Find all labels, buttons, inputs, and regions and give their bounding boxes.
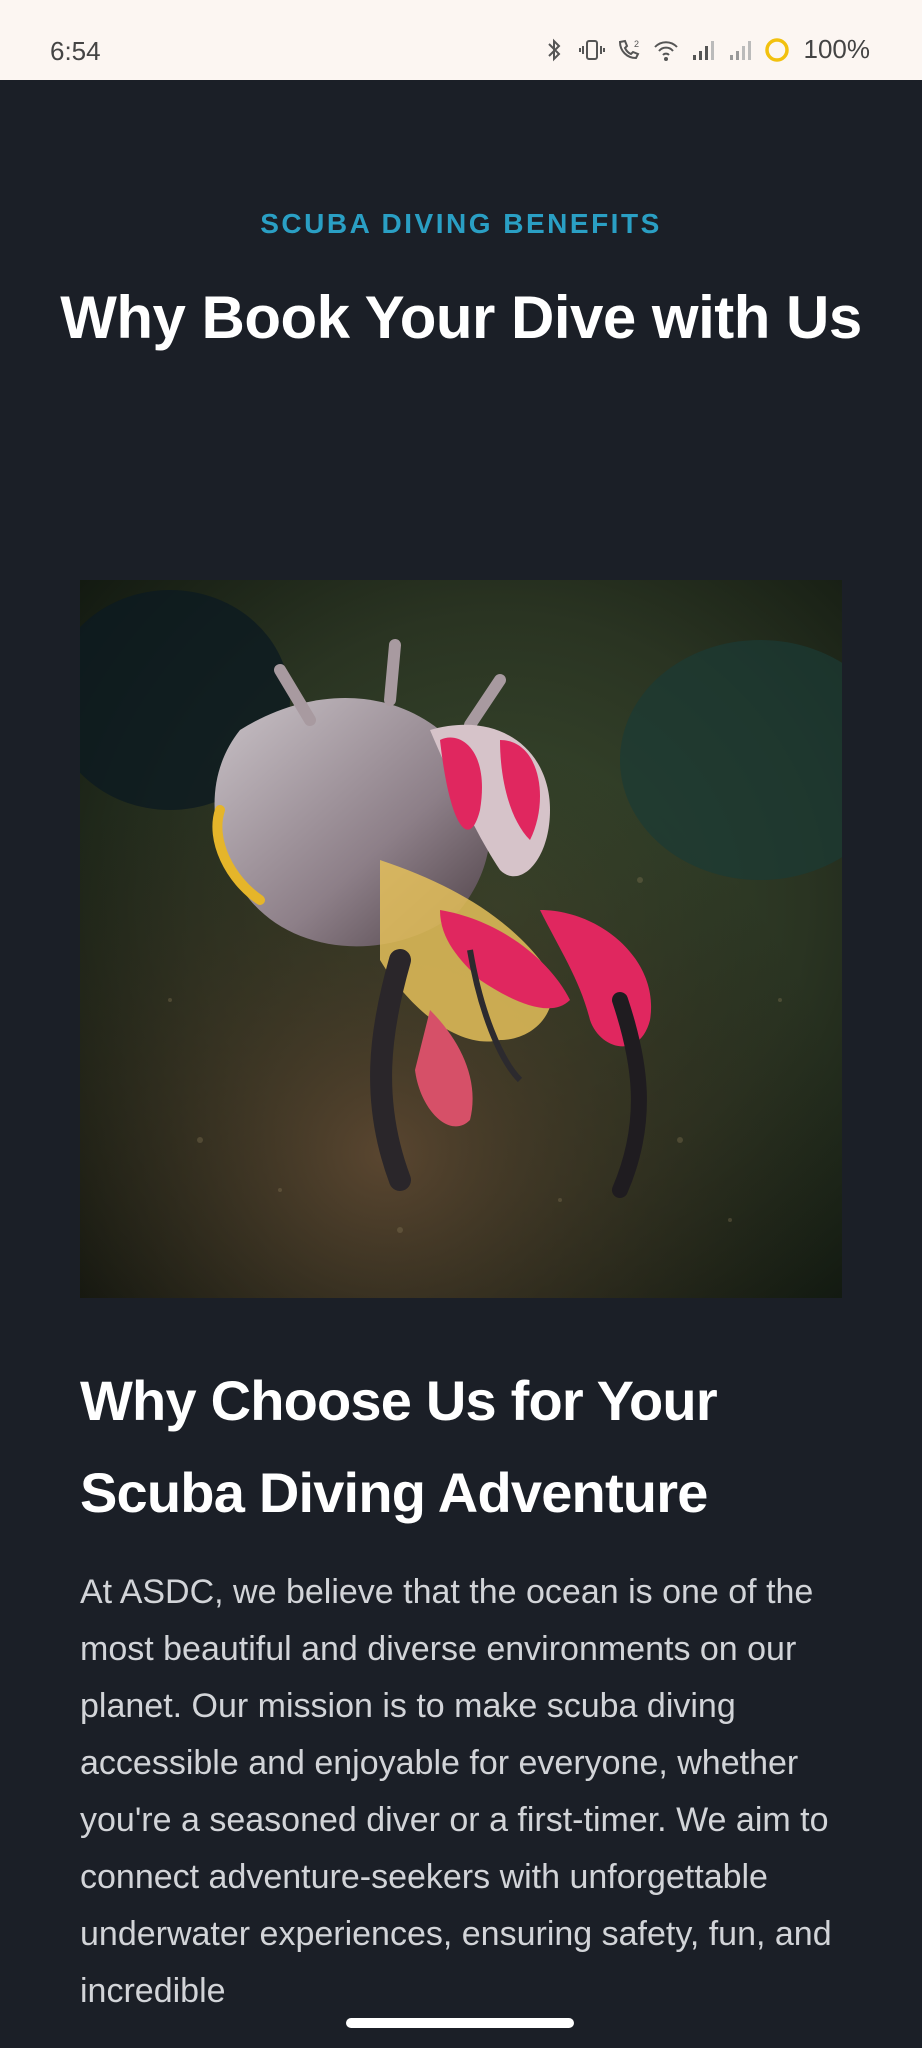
page-content: SCUBA DIVING BENEFITS Why Book Your Dive… [0,80,922,2048]
bluetooth-icon [541,36,569,64]
section-eyebrow: SCUBA DIVING BENEFITS [260,208,662,239]
battery-level: 100% [803,34,871,64]
body-paragraph: At ASDC, we believe that the ocean is on… [80,1573,832,2010]
cuttlefish-photo [80,580,842,1298]
vibrate-icon [578,36,606,64]
status-bar: 6:54 2 100% [0,0,922,80]
home-indicator[interactable] [346,2018,574,2028]
status-time: 6:54 [50,36,101,66]
battery-saver-icon [763,36,791,64]
wifi-icon [652,36,680,64]
page-title: Why Book Your Dive with Us [60,284,862,351]
section-title: Why Choose Us for Your Scuba Diving Adve… [80,1369,718,1524]
status-icons: 2 100% [541,34,871,65]
svg-text:2: 2 [634,39,639,49]
signal-icon [689,36,717,64]
signal-icon-2 [726,36,754,64]
wifi-call-icon: 2 [615,36,643,64]
